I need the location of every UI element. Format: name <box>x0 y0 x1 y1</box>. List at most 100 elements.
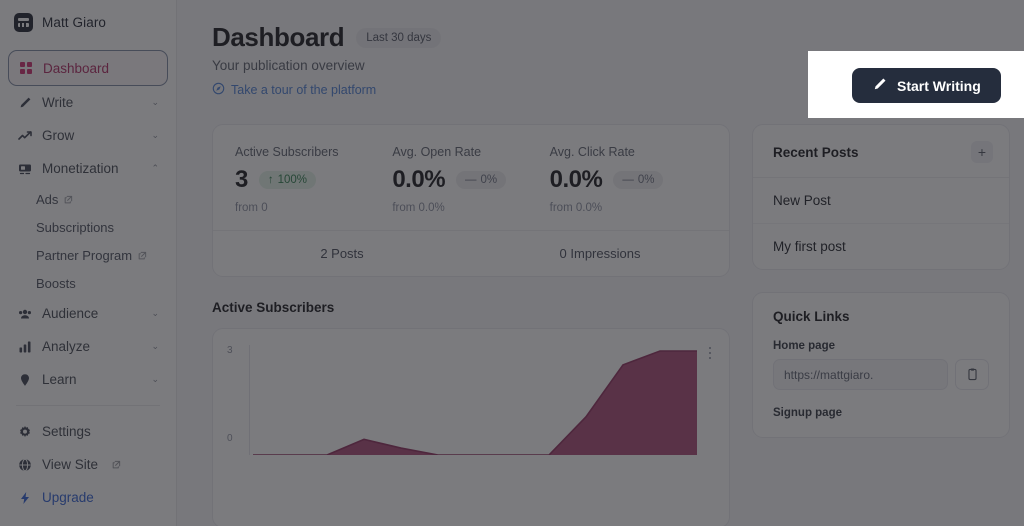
left-column: Active Subscribers 3 ↑ 100% from 0 <box>212 124 730 526</box>
sidebar-item-learn[interactable]: Learn ⌄ <box>8 363 168 396</box>
globe-icon <box>17 457 32 472</box>
start-writing-label: Start Writing <box>897 78 981 94</box>
stat-impressions-count[interactable]: 0 Impressions <box>471 231 729 276</box>
sidebar-item-upgrade[interactable]: Upgrade <box>8 481 168 514</box>
sidebar-item-label: Write <box>42 95 73 110</box>
people-group-icon <box>17 306 32 321</box>
sidebar-item-label: Audience <box>42 306 98 321</box>
stat-value: 3 <box>235 166 248 194</box>
take-tour-label: Take a tour of the platform <box>231 83 376 97</box>
quick-links-panel: Quick Links Home page https://mattgiaro.… <box>752 292 1010 438</box>
chevron-down-icon: ⌄ <box>151 98 159 107</box>
sidebar-item-label: Settings <box>42 424 91 439</box>
sidebar-item-monetization[interactable]: Monetization ⌃ <box>8 152 168 185</box>
trend-up-icon <box>17 128 32 143</box>
sidebar-subitem-label: Partner Program <box>36 248 132 263</box>
stat-avg-click-rate: Avg. Click Rate 0.0% — 0% from 0.0% <box>550 145 707 214</box>
dashboard-columns: Active Subscribers 3 ↑ 100% from 0 <box>212 124 1002 526</box>
sidebar-divider <box>16 405 160 406</box>
stat-main: 0.0% — 0% <box>392 166 549 194</box>
sidebar-subitem-label: Ads <box>36 192 58 207</box>
chevron-down-icon: ⌄ <box>151 131 159 140</box>
page-title: Dashboard <box>212 22 344 53</box>
list-item[interactable]: New Post <box>753 178 1009 223</box>
title-row: Dashboard Last 30 days <box>212 22 1002 53</box>
dash-icon: — <box>622 174 634 186</box>
sidebar-item-write[interactable]: Write ⌄ <box>8 86 168 119</box>
stat-label: Avg. Open Rate <box>392 145 549 159</box>
billboard-icon <box>17 161 32 176</box>
stats-row: Active Subscribers 3 ↑ 100% from 0 <box>213 125 729 230</box>
chart-area: 3 0 <box>227 345 715 515</box>
pencil-icon <box>17 95 32 110</box>
pencil-icon <box>872 77 887 95</box>
y-axis-tick: 3 <box>227 345 233 356</box>
gear-icon <box>17 424 32 439</box>
map-pin-icon <box>17 372 32 387</box>
chevron-down-icon: ⌄ <box>151 309 159 318</box>
stat-previous: from 0 <box>235 202 392 214</box>
arrow-up-icon: ↑ <box>268 174 274 186</box>
sidebar-item-grow[interactable]: Grow ⌄ <box>8 119 168 152</box>
sidebar-item-label: Upgrade <box>42 490 94 505</box>
right-column: Recent Posts + New Post My first post Qu… <box>752 124 1010 526</box>
dash-icon: — <box>465 174 477 186</box>
list-item[interactable]: My first post <box>753 223 1009 269</box>
sidebar-item-view-site[interactable]: View Site <box>8 448 168 481</box>
sidebar-subitem-label: Boosts <box>36 276 76 291</box>
primary-nav: Dashboard Write ⌄ Grow ⌄ Mon <box>0 45 176 514</box>
sidebar-item-settings[interactable]: Settings <box>8 415 168 448</box>
signup-page-label: Signup page <box>773 407 989 419</box>
quick-links-body: Quick Links Home page https://mattgiaro.… <box>753 293 1009 437</box>
chart-section-title: Active Subscribers <box>212 300 730 315</box>
home-page-label: Home page <box>773 340 989 352</box>
sidebar-item-dashboard[interactable]: Dashboard <box>8 50 168 86</box>
sidebar-subitem-partner-program[interactable]: Partner Program <box>8 241 168 269</box>
sidebar-item-label: Monetization <box>42 161 119 176</box>
sidebar-subitem-subscriptions[interactable]: Subscriptions <box>8 213 168 241</box>
stat-main: 0.0% — 0% <box>550 166 707 194</box>
stat-label: Avg. Click Rate <box>550 145 707 159</box>
home-page-field: https://mattgiaro. <box>773 359 989 390</box>
status-badge: ↑ 100% <box>259 171 316 189</box>
sidebar-item-label: View Site <box>42 457 98 472</box>
sidebar-item-label: Grow <box>42 128 74 143</box>
sidebar: Matt Giaro Dashboard Write ⌄ Gro <box>0 0 177 526</box>
compass-icon <box>212 82 225 98</box>
external-link-icon <box>64 192 73 207</box>
sidebar-subitem-ads[interactable]: Ads <box>8 185 168 213</box>
sidebar-item-label: Analyze <box>42 339 90 354</box>
start-writing-button[interactable]: Start Writing <box>852 68 1001 103</box>
chevron-down-icon: ⌄ <box>151 342 159 351</box>
stat-posts-count[interactable]: 2 Posts <box>213 231 471 276</box>
stat-label: Active Subscribers <box>235 145 392 159</box>
sidebar-subitem-label: Subscriptions <box>36 220 114 235</box>
brand[interactable]: Matt Giaro <box>0 0 176 45</box>
stat-main: 3 ↑ 100% <box>235 166 392 194</box>
stat-active-subscribers: Active Subscribers 3 ↑ 100% from 0 <box>235 145 392 214</box>
chevron-down-icon: ⌄ <box>151 375 159 384</box>
spotlight-highlight: Start Writing <box>808 51 1024 118</box>
app-root: Matt Giaro Dashboard Write ⌄ Gro <box>0 0 1024 526</box>
sidebar-item-label: Dashboard <box>43 61 109 76</box>
stat-previous: from 0.0% <box>550 202 707 214</box>
clipboard-icon[interactable] <box>955 359 989 390</box>
stats-footer: 2 Posts 0 Impressions <box>213 230 729 276</box>
grid-squares-icon <box>18 61 33 76</box>
area-chart-svg <box>249 345 701 455</box>
sidebar-item-label: Learn <box>42 372 77 387</box>
stat-value: 0.0% <box>550 166 603 194</box>
plus-icon[interactable]: + <box>971 141 993 163</box>
badge-value: 100% <box>278 174 307 186</box>
external-link-icon <box>138 248 147 263</box>
sidebar-item-audience[interactable]: Audience ⌄ <box>8 297 168 330</box>
sidebar-item-analyze[interactable]: Analyze ⌄ <box>8 330 168 363</box>
external-link-icon <box>112 457 121 472</box>
status-badge: — 0% <box>613 171 663 189</box>
brand-name: Matt Giaro <box>42 15 106 30</box>
sidebar-subitem-boosts[interactable]: Boosts <box>8 269 168 297</box>
date-range-pill[interactable]: Last 30 days <box>356 28 441 48</box>
stat-avg-open-rate: Avg. Open Rate 0.0% — 0% from 0.0% <box>392 145 549 214</box>
home-page-url-input[interactable]: https://mattgiaro. <box>773 359 948 390</box>
badge-value: 0% <box>481 174 498 186</box>
